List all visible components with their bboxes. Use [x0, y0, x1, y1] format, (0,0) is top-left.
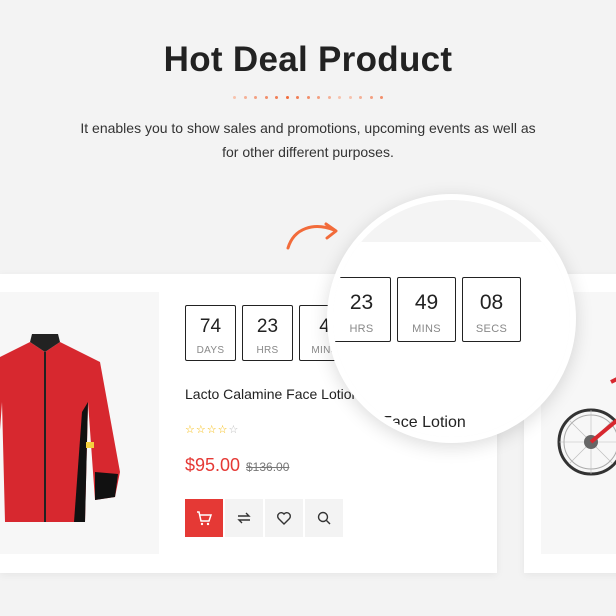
- description-line-1: It enables you to show sales and promoti…: [80, 120, 536, 136]
- divider-dot: [327, 95, 331, 99]
- divider-dot: [254, 95, 257, 99]
- countdown-timer: 74 DAYS 23 HRS 4 MINS: [185, 305, 350, 361]
- countdown-label: SECS: [475, 323, 508, 335]
- divider-dot: [296, 95, 299, 99]
- divider-dot: [317, 95, 320, 99]
- star-icon: ☆: [206, 424, 218, 436]
- compare-button[interactable]: [225, 499, 263, 537]
- divider-dot: [348, 95, 352, 99]
- title-dot-divider: [233, 95, 383, 99]
- countdown-unit: 74 DAYS: [185, 305, 236, 361]
- magnified-countdown-timer: 23 HRS 49 MINS 08 SECS: [333, 277, 521, 342]
- product-actions: [185, 499, 343, 537]
- divider-dot: [233, 95, 236, 99]
- divider-dot: [243, 95, 247, 99]
- cart-icon: [197, 511, 212, 526]
- jersey-image: [0, 334, 120, 522]
- product-old-price: $136.00: [246, 460, 290, 474]
- countdown-label: DAYS: [196, 345, 225, 356]
- countdown-label: HRS: [349, 323, 374, 335]
- divider-dot: [275, 95, 278, 99]
- search-icon: [317, 511, 331, 525]
- divider-dot: [264, 95, 268, 99]
- heart-icon: [277, 512, 291, 525]
- countdown-label: MINS: [412, 323, 441, 335]
- divider-dot: [285, 95, 289, 99]
- quick-view-button[interactable]: [305, 499, 343, 537]
- countdown-unit: 23 HRS: [333, 277, 391, 342]
- rating-stars: ☆☆☆☆☆: [185, 423, 239, 436]
- countdown-label: HRS: [256, 345, 279, 356]
- countdown-value: 49: [414, 291, 439, 314]
- countdown-value: 74: [199, 316, 222, 337]
- page-title: Hot Deal Product: [163, 40, 453, 79]
- star-icon: ☆: [195, 424, 207, 436]
- divider-dot: [306, 95, 310, 99]
- star-icon: ☆: [228, 424, 240, 436]
- star-icon: ☆: [185, 424, 196, 436]
- countdown-value: 23: [256, 316, 279, 337]
- magnifier-card: 23 HRS 49 MINS 08 SECS mine Face Lotion: [333, 242, 570, 437]
- divider-dot: [359, 95, 362, 99]
- magnified-product-name: mine Face Lotion: [343, 414, 466, 431]
- divider-dot: [380, 95, 383, 99]
- magnifier-background: 23 HRS 49 MINS 08 SECS mine Face Lotion: [333, 200, 570, 437]
- magnifier-zoom: 23 HRS 49 MINS 08 SECS mine Face Lotion: [327, 194, 576, 443]
- countdown-unit: 08 SECS: [462, 277, 521, 342]
- countdown-unit: 49 MINS: [397, 277, 456, 342]
- countdown-unit: 23 HRS: [242, 305, 293, 361]
- divider-dot: [338, 95, 341, 99]
- compare-icon: [237, 512, 251, 524]
- add-to-cart-button[interactable]: [185, 499, 223, 537]
- section-description: It enables you to show sales and promoti…: [40, 116, 576, 164]
- wishlist-button[interactable]: [265, 499, 303, 537]
- countdown-value: 23: [349, 291, 374, 314]
- countdown-value: 08: [479, 291, 504, 314]
- divider-dot: [369, 95, 373, 99]
- product-price: $95.00: [185, 455, 241, 475]
- description-line-2: for other different purposes.: [222, 144, 394, 160]
- star-icon: ☆: [217, 424, 229, 436]
- product-image[interactable]: [0, 292, 159, 554]
